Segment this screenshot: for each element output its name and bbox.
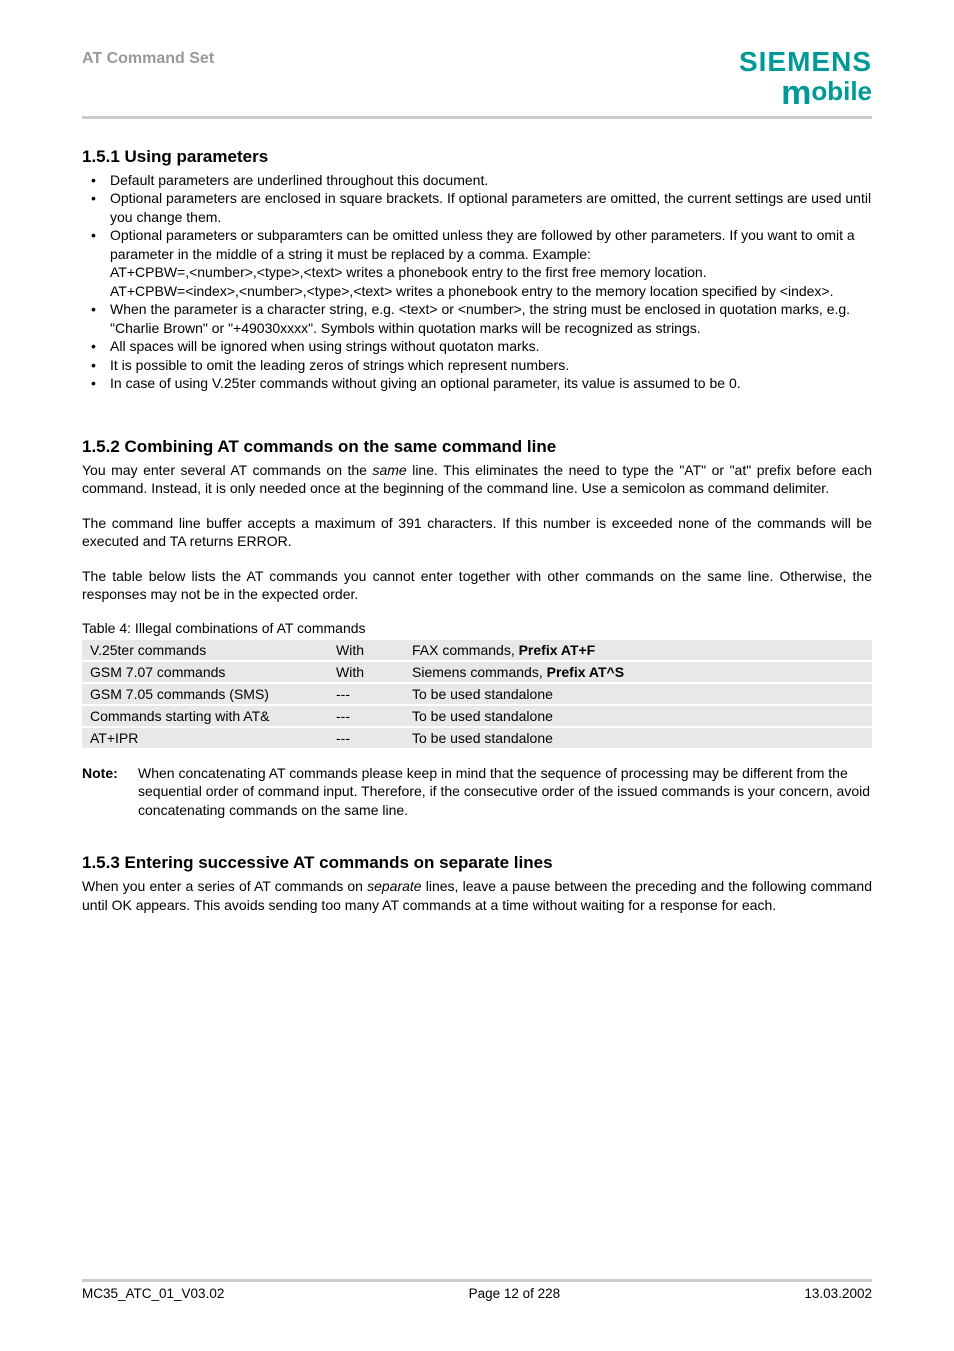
table-row: GSM 7.07 commands With Siemens commands,… bbox=[82, 661, 872, 683]
footer-right: 13.03.2002 bbox=[804, 1286, 872, 1301]
table-row: AT+IPR --- To be used standalone bbox=[82, 727, 872, 749]
logo-siemens-text: SIEMENS bbox=[739, 48, 872, 76]
list-item: Default parameters are underlined throug… bbox=[82, 171, 872, 189]
section-1-5-1-heading: 1.5.1 Using parameters bbox=[82, 147, 872, 167]
list-item: In case of using V.25ter commands withou… bbox=[82, 374, 872, 392]
section-1-5-2-p3: The table below lists the AT commands yo… bbox=[82, 567, 872, 604]
page-footer: MC35_ATC_01_V03.02 Page 12 of 228 13.03.… bbox=[82, 1279, 872, 1301]
list-item: It is possible to omit the leading zeros… bbox=[82, 356, 872, 374]
note-block: Note: When concatenating AT commands ple… bbox=[82, 764, 872, 819]
list-item: Optional parameters or subparamters can … bbox=[82, 226, 872, 300]
list-item: Optional parameters are enclosed in squa… bbox=[82, 189, 872, 226]
list-item: When the parameter is a character string… bbox=[82, 300, 872, 337]
table-4-caption: Table 4: Illegal combinations of AT comm… bbox=[82, 619, 872, 637]
note-label: Note: bbox=[82, 764, 138, 819]
logo-mobile-text: mobile bbox=[739, 76, 872, 110]
page-header: AT Command Set SIEMENS mobile bbox=[82, 48, 872, 110]
note-text: When concatenating AT commands please ke… bbox=[138, 764, 872, 819]
footer-divider bbox=[82, 1279, 872, 1282]
example-line: AT+CPBW=,<number>,<type>,<text> writes a… bbox=[110, 263, 872, 281]
section-1-5-2-p1: You may enter several AT commands on the… bbox=[82, 461, 872, 498]
list-item: All spaces will be ignored when using st… bbox=[82, 337, 872, 355]
table-4: V.25ter commands With FAX commands, Pref… bbox=[82, 640, 872, 750]
section-1-5-1-list: Default parameters are underlined throug… bbox=[82, 171, 872, 393]
section-1-5-3-heading: 1.5.3 Entering successive AT commands on… bbox=[82, 853, 872, 873]
section-1-5-2-heading: 1.5.2 Combining AT commands on the same … bbox=[82, 437, 872, 457]
example-line: AT+CPBW=<index>,<number>,<type>,<text> w… bbox=[110, 282, 872, 300]
siemens-logo: SIEMENS mobile bbox=[739, 48, 872, 110]
footer-center: Page 12 of 228 bbox=[469, 1286, 561, 1301]
table-row: V.25ter commands With FAX commands, Pref… bbox=[82, 640, 872, 661]
table-row: GSM 7.05 commands (SMS) --- To be used s… bbox=[82, 683, 872, 705]
header-title: AT Command Set bbox=[82, 48, 214, 68]
section-1-5-2-p2: The command line buffer accepts a maximu… bbox=[82, 514, 872, 551]
table-row: Commands starting with AT& --- To be use… bbox=[82, 705, 872, 727]
section-1-5-3-p1: When you enter a series of AT commands o… bbox=[82, 877, 872, 914]
header-divider bbox=[82, 116, 872, 119]
footer-left: MC35_ATC_01_V03.02 bbox=[82, 1286, 224, 1301]
